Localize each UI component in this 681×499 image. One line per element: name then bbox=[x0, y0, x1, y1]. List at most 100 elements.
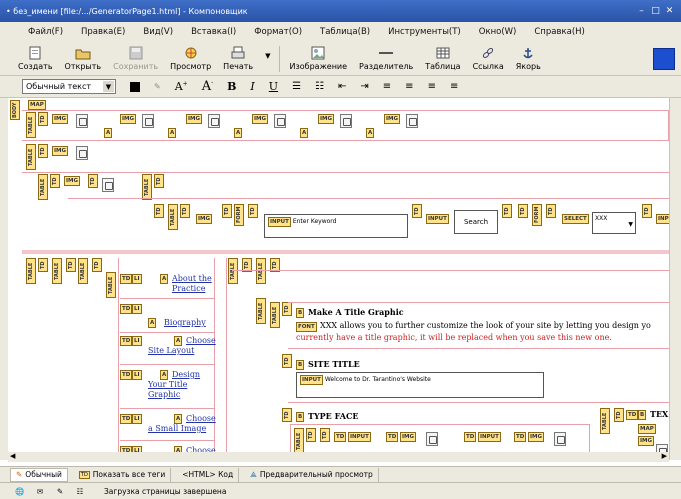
tab-show-all-tags[interactable]: TD Показать все теги bbox=[74, 467, 172, 482]
tag-table[interactable]: TABLE bbox=[168, 204, 178, 230]
italic-icon[interactable]: I bbox=[250, 80, 254, 93]
create-button[interactable]: Создать bbox=[18, 42, 53, 71]
tag-img[interactable]: IMG bbox=[318, 114, 335, 124]
insert-anchor-button[interactable]: Якорь bbox=[516, 42, 541, 71]
tag-b[interactable]: B bbox=[638, 410, 647, 420]
tag-table[interactable]: TABLE bbox=[294, 428, 304, 454]
numbered-list-icon[interactable]: ☷ bbox=[315, 81, 324, 92]
menu-edit[interactable]: Правка(E) bbox=[81, 27, 125, 37]
tag-td[interactable]: TD bbox=[546, 204, 556, 218]
tag-a[interactable]: A bbox=[234, 128, 243, 138]
tag-table[interactable]: TABLE bbox=[106, 272, 116, 298]
tag-b[interactable]: B bbox=[296, 412, 305, 422]
menu-format[interactable]: Формат(O) bbox=[254, 27, 302, 37]
nav-link-choose-layout[interactable]: Choose Site Layout bbox=[148, 336, 216, 356]
tag-td[interactable]: TD bbox=[120, 304, 133, 314]
insert-table-button[interactable]: Таблица bbox=[425, 42, 461, 71]
highlight-icon[interactable]: ✎ bbox=[154, 82, 161, 91]
tag-td[interactable]: TD bbox=[320, 428, 330, 442]
tag-table[interactable]: TABLE bbox=[26, 112, 36, 138]
menu-window[interactable]: Окно(W) bbox=[479, 27, 517, 37]
nav-link-small-image[interactable]: Choose a Small Image bbox=[148, 414, 216, 434]
editor-canvas[interactable]: BODY MAP TABLE TD IMG A IMG A IMG A IMG … bbox=[8, 98, 669, 460]
tag-img[interactable]: IMG bbox=[120, 114, 137, 124]
tag-td[interactable]: TD bbox=[180, 204, 190, 218]
mail-icon[interactable]: ✉ bbox=[34, 486, 46, 496]
tag-a[interactable]: A bbox=[104, 128, 113, 138]
tag-table[interactable]: TABLE bbox=[256, 258, 266, 284]
tag-td[interactable]: TD bbox=[92, 258, 102, 272]
tag-a[interactable]: A bbox=[300, 128, 309, 138]
tag-li[interactable]: LI bbox=[132, 414, 142, 424]
tag-td[interactable]: TD bbox=[642, 204, 652, 218]
tag-table[interactable]: TABLE bbox=[256, 298, 266, 324]
tag-table[interactable]: TABLE bbox=[26, 144, 36, 170]
tag-table[interactable]: TABLE bbox=[26, 258, 36, 284]
scroll-left-icon[interactable]: ◀ bbox=[10, 452, 15, 460]
tag-map[interactable]: MAP bbox=[638, 424, 656, 434]
close-icon[interactable]: ✕ bbox=[664, 6, 675, 17]
tag-td[interactable]: TD bbox=[334, 432, 347, 442]
tag-body[interactable]: BODY bbox=[10, 100, 20, 120]
print-button[interactable]: Печать bbox=[223, 42, 253, 71]
tag-table[interactable]: TABLE bbox=[142, 174, 152, 200]
tag-td[interactable]: TD bbox=[514, 432, 527, 442]
tag-td[interactable]: TD bbox=[38, 144, 48, 158]
browser-icon[interactable]: 🌐 bbox=[14, 486, 26, 496]
tag-td[interactable]: TD bbox=[66, 258, 76, 272]
align-left-icon[interactable]: ≡ bbox=[383, 81, 391, 92]
tag-table[interactable]: TABLE bbox=[78, 258, 88, 284]
tag-td[interactable]: TD bbox=[412, 204, 422, 218]
tag-b[interactable]: B bbox=[296, 308, 305, 318]
image-placeholder-icon[interactable] bbox=[76, 146, 88, 160]
tag-img[interactable]: IMG bbox=[52, 114, 69, 124]
outdent-icon[interactable]: ⇤ bbox=[338, 81, 346, 92]
search-button[interactable]: Search bbox=[454, 210, 498, 234]
bold-icon[interactable]: B bbox=[227, 80, 236, 93]
tag-td[interactable]: TD bbox=[38, 258, 48, 272]
tag-td[interactable]: TD bbox=[154, 174, 164, 188]
image-placeholder-icon[interactable] bbox=[426, 432, 438, 446]
tab-html-source[interactable]: <HTML> Код bbox=[177, 467, 240, 482]
tag-img[interactable]: IMG bbox=[186, 114, 203, 124]
tag-table[interactable]: TABLE bbox=[600, 408, 610, 434]
tag-td[interactable]: TD bbox=[120, 370, 133, 380]
tag-a[interactable]: A bbox=[366, 128, 375, 138]
tag-input[interactable]: INPUT bbox=[348, 432, 371, 442]
tag-td[interactable]: TD bbox=[626, 410, 639, 420]
image-placeholder-icon[interactable] bbox=[208, 114, 220, 128]
tag-td[interactable]: TD bbox=[248, 204, 258, 218]
bullet-list-icon[interactable]: ☰ bbox=[292, 81, 301, 92]
tag-li[interactable]: LI bbox=[132, 336, 142, 346]
tag-img[interactable]: IMG bbox=[252, 114, 269, 124]
tag-img[interactable]: IMG bbox=[400, 432, 417, 442]
tab-normal[interactable]: ✎ Обычный bbox=[10, 467, 68, 482]
vertical-scrollbar[interactable] bbox=[669, 98, 681, 460]
image-placeholder-icon[interactable] bbox=[340, 114, 352, 128]
align-center-icon[interactable]: ≡ bbox=[405, 81, 413, 92]
maximize-icon[interactable]: □ bbox=[650, 6, 661, 17]
image-placeholder-icon[interactable] bbox=[274, 114, 286, 128]
image-placeholder-icon[interactable] bbox=[406, 114, 418, 128]
tag-td[interactable]: TD bbox=[502, 204, 512, 218]
horizontal-scrollbar[interactable]: ◀ ▶ bbox=[8, 452, 669, 462]
search-input[interactable]: INPUT Enter Keyword bbox=[264, 214, 408, 238]
tag-a[interactable]: A bbox=[160, 274, 169, 284]
tag-select[interactable]: SELECT bbox=[562, 214, 589, 224]
menu-table[interactable]: Таблица(B) bbox=[320, 27, 370, 37]
increase-font-icon[interactable]: A+ bbox=[175, 80, 188, 93]
tag-font[interactable]: FONT bbox=[296, 322, 317, 332]
tag-table[interactable]: TABLE bbox=[52, 258, 62, 284]
tag-table[interactable]: TABLE bbox=[270, 302, 280, 328]
image-placeholder-icon[interactable] bbox=[142, 114, 154, 128]
tag-li[interactable]: LI bbox=[132, 274, 142, 284]
address-book-icon[interactable]: ☷ bbox=[74, 486, 86, 496]
tab-preview[interactable]: ⟁ Предварительный просмотр bbox=[245, 467, 379, 482]
menu-help[interactable]: Справка(H) bbox=[534, 27, 584, 37]
insert-separator-button[interactable]: Разделитель bbox=[359, 42, 413, 71]
nav-link-title-graphic[interactable]: Design Your Title Graphic bbox=[148, 370, 212, 400]
menu-tools[interactable]: Инструменты(T) bbox=[388, 27, 461, 37]
image-placeholder-icon[interactable] bbox=[76, 114, 88, 128]
tag-input[interactable]: INPUT bbox=[426, 214, 449, 224]
tag-img[interactable]: IMG bbox=[64, 176, 81, 186]
